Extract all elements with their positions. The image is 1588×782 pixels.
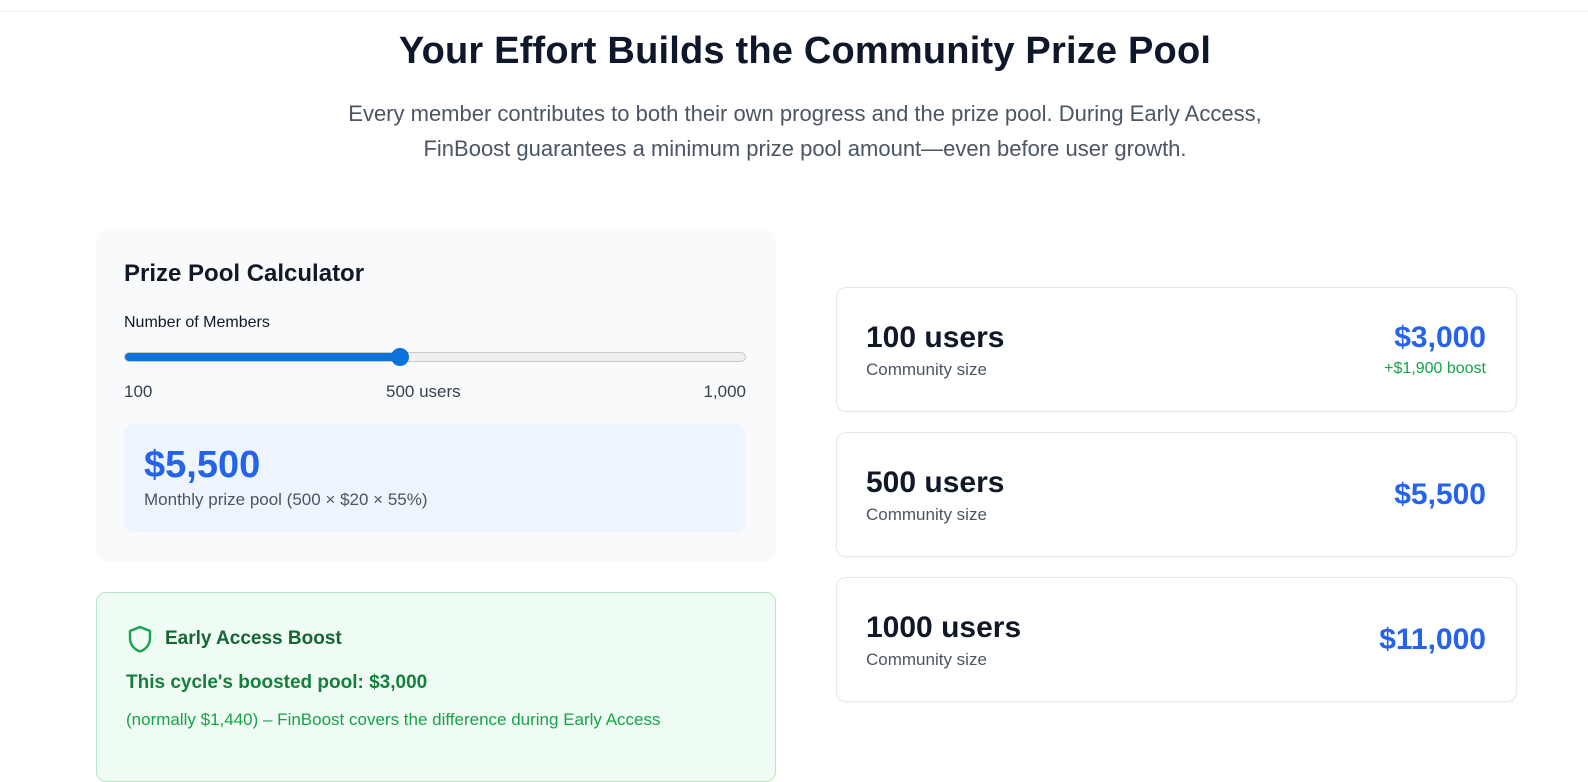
members-label: Number of Members [124,314,270,331]
tier-amount: $3,000 [1394,321,1486,354]
boost-title: Early Access Boost [165,628,342,649]
tier-users: 1000 users [866,611,1022,644]
tier-card-100: 100 users Community size $3,000 +$1,900 … [836,287,1517,412]
tier-label: Community size [866,360,987,379]
slider-min-label: 100 [124,382,153,401]
tier-label: Community size [866,505,987,524]
slider-current-value: 500 users [386,382,461,401]
prize-pool-calculator: Prize Pool Calculator Number of Members … [96,228,776,562]
tier-card-1000: 1000 users Community size $11,000 [836,577,1517,702]
slider-max-label: 1,000 [703,382,746,401]
members-slider-thumb[interactable] [391,348,410,366]
boosted-pool-text: This cycle's boosted pool: $3,000 [126,672,428,693]
members-slider-track[interactable] [124,352,746,362]
boost-note: (normally $1,440) – FinBoost covers the … [126,710,661,729]
early-access-boost-card: Early Access Boost This cycle's boosted … [96,592,776,782]
tier-amount: $11,000 [1379,623,1486,656]
tier-amount: $5,500 [1394,478,1486,511]
tier-card-500: 500 users Community size $5,500 [836,432,1517,557]
tier-users: 100 users [866,321,1005,354]
top-divider [0,0,1588,12]
page-subtitle: Every member contributes to both their o… [348,101,1262,161]
shield-icon [127,625,153,653]
prize-pool-formula: Monthly prize pool (500 × $20 × 55%) [144,490,428,509]
prize-pool-result: $5,500 Monthly prize pool (500 × $20 × 5… [124,424,746,532]
prize-pool-amount: $5,500 [144,444,261,486]
tier-users: 500 users [866,466,1005,499]
tier-boost: +$1,900 boost [1384,360,1486,377]
calculator-title: Prize Pool Calculator [124,260,365,287]
tier-label: Community size [866,650,987,669]
members-slider-fill [125,353,401,361]
page-title: Your Effort Builds the Community Prize P… [398,30,1212,72]
